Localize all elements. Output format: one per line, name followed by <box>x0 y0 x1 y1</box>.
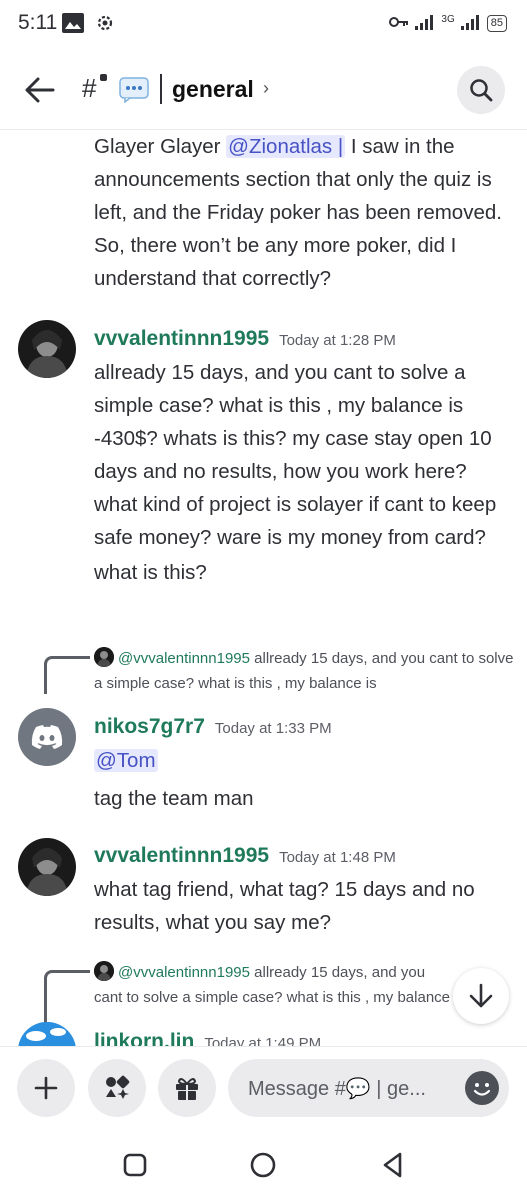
reply-username[interactable]: @vvvalentinnn1995 <box>118 650 250 667</box>
timestamp: Today at 1:28 PM <box>279 332 396 349</box>
reply-preview[interactable]: @vvvalentinnn1995 allready 15 days, and … <box>44 646 513 698</box>
battery-indicator: 85 <box>486 15 507 32</box>
apps-icon <box>106 1075 130 1099</box>
reply-content: @vvvalentinnn1995 allready 15 days, and … <box>94 960 454 1010</box>
chevron-right-icon[interactable]: › <box>263 78 269 99</box>
channel-hash-icon: # <box>82 73 97 103</box>
gift-icon <box>176 1078 198 1100</box>
circle-icon <box>250 1152 276 1178</box>
message-input[interactable]: Message #💬 | ge... <box>228 1059 509 1117</box>
username[interactable]: nikos7g7r7 <box>94 715 205 738</box>
settings-gear-icon <box>95 13 115 38</box>
message-text: I saw in the announcements section that … <box>94 135 502 290</box>
username[interactable]: vvvalentinnn1995 <box>94 844 269 867</box>
lock-dot-icon <box>100 74 107 81</box>
status-time: 5:11 <box>18 11 58 34</box>
channel-name[interactable]: general <box>172 76 254 103</box>
message-composer: Message #💬 | ge... <box>0 1046 527 1130</box>
message-continued: Glayer Glayer @Zionatlas | I saw in the … <box>94 130 514 295</box>
search-button[interactable] <box>457 66 505 114</box>
square-icon <box>123 1153 147 1177</box>
status-indicators: 3G 85 <box>389 14 507 33</box>
username[interactable]: linkorn.lin <box>94 1030 194 1046</box>
reply-avatar <box>94 961 114 981</box>
timestamp: Today at 1:33 PM <box>214 720 332 737</box>
scroll-to-bottom-button[interactable] <box>453 968 509 1024</box>
back-button[interactable] <box>22 72 58 108</box>
speech-balloon-icon <box>119 77 149 104</box>
timestamp: Today at 1:49 PM <box>204 1035 322 1046</box>
plus-icon <box>34 1076 58 1100</box>
message-text: what tag friend, what tag? 15 days and n… <box>94 878 475 934</box>
username[interactable]: vvvalentinnn1995 <box>94 327 269 350</box>
message: linkorn.lin Today at 1:49 PM <box>94 1027 514 1046</box>
message: vvvalentinnn1995 Today at 1:28 PM allread… <box>94 324 514 589</box>
reply-username[interactable]: @vvvalentinnn1995 <box>118 964 250 981</box>
reply-avatar <box>94 647 114 667</box>
reply-connector <box>44 970 90 1030</box>
message-mention-line: @Tom <box>94 744 514 777</box>
add-attachment-button[interactable] <box>17 1059 75 1117</box>
message: vvvalentinnn1995 Today at 1:48 PM what ta… <box>94 841 514 939</box>
message-list[interactable]: Glayer Glayer @Zionatlas | I saw in the … <box>0 130 527 1046</box>
discord-logo-icon <box>31 725 63 749</box>
gift-button[interactable] <box>158 1059 216 1117</box>
message: nikos7g7r7 Today at 1:33 PM @Tom tag the … <box>94 712 514 815</box>
message-text: tag the team man <box>94 787 254 810</box>
recent-apps-button[interactable] <box>120 1150 150 1180</box>
emoji-button[interactable] <box>465 1071 499 1105</box>
message-prefix: Glayer Glayer <box>94 135 227 158</box>
arrow-down-icon <box>469 983 493 1008</box>
emoji-icon <box>473 1083 491 1096</box>
user-mention[interactable]: @Tom <box>94 749 158 772</box>
reply-content: @vvvalentinnn1995 allready 15 days, and … <box>94 646 514 696</box>
key-icon <box>389 16 409 31</box>
avatar[interactable] <box>18 838 76 896</box>
message-input-placeholder: Message #💬 | ge... <box>248 1078 426 1100</box>
back-nav-button[interactable] <box>378 1150 408 1180</box>
network-type: 3G <box>441 14 455 25</box>
search-icon <box>470 79 493 102</box>
channel-separator <box>160 74 162 104</box>
apps-button[interactable] <box>88 1059 146 1117</box>
avatar[interactable] <box>18 708 76 766</box>
reply-connector <box>44 656 90 694</box>
status-bar: 5:11 3G 85 <box>0 0 527 50</box>
system-nav-bar <box>0 1130 527 1200</box>
signal-icon-2 <box>460 14 481 33</box>
channel-header: # general › <box>0 50 527 130</box>
signal-icon <box>415 14 435 33</box>
timestamp: Today at 1:48 PM <box>279 849 396 866</box>
reply-preview[interactable]: @vvvalentinnn1995 allready 15 days, and … <box>44 960 504 1030</box>
home-button[interactable] <box>248 1150 278 1180</box>
triangle-back-icon <box>383 1152 402 1178</box>
message-text: allready 15 days, and you cant to solve … <box>94 361 497 549</box>
message-text: what is this? <box>94 561 207 584</box>
avatar[interactable] <box>18 320 76 378</box>
arrow-left-icon <box>25 77 55 103</box>
gallery-icon <box>62 13 84 38</box>
user-mention[interactable]: @Zionatlas | <box>226 135 346 158</box>
